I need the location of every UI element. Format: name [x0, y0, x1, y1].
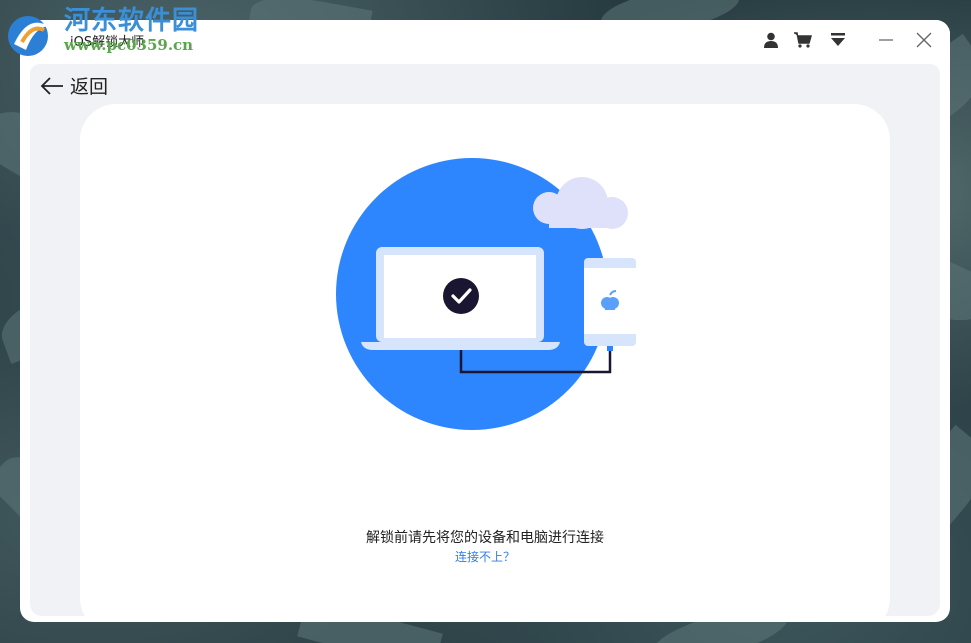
watermark-logo-icon [4, 6, 60, 62]
close-icon[interactable] [914, 30, 934, 50]
cannot-connect-link[interactable]: 连接不上？ [80, 548, 890, 565]
connect-device-card: 解锁前请先将您的设备和电脑进行连接 连接不上？ [80, 104, 890, 622]
connect-illustration [336, 158, 636, 430]
cart-icon[interactable] [793, 30, 813, 50]
laptop-icon [361, 247, 560, 350]
connect-instruction: 解锁前请先将您的设备和电脑进行连接 [366, 530, 604, 546]
minimize-icon[interactable] [876, 30, 896, 50]
menu-dropdown-icon[interactable] [828, 30, 848, 50]
content-area: 返回 解锁前请先将您的设备和电脑进行连接 连接不上？ [30, 64, 940, 622]
phone-icon [584, 258, 636, 346]
back-button[interactable]: 返回 [40, 72, 108, 99]
watermark: 河东软件园 www.pc0359.cn [4, 6, 199, 62]
app-window: iOS解锁大师 返回 解锁前请先将您的设备和电脑进行连接 连接不上？ [20, 20, 950, 622]
arrow-left-icon [40, 76, 63, 95]
watermark-url: www.pc0359.cn [64, 36, 194, 54]
back-label: 返回 [70, 76, 109, 98]
user-icon[interactable] [761, 30, 781, 50]
watermark-title: 河东软件园 [64, 6, 200, 36]
